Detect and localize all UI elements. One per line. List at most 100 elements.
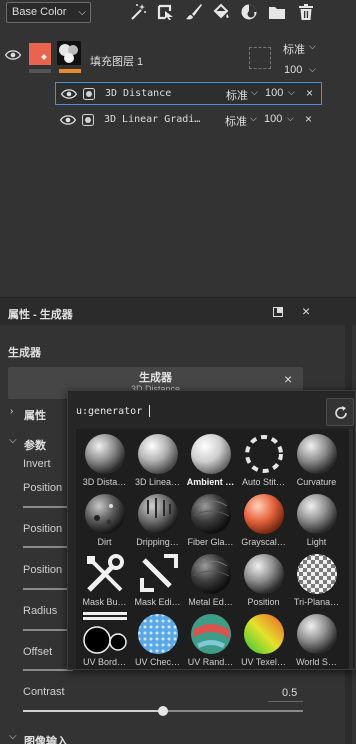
remove-effect-close-icon[interactable]: × — [305, 112, 312, 126]
effect-opacity[interactable]: 100 — [264, 113, 282, 125]
generator-tile[interactable]: Metal Ed… — [184, 550, 237, 610]
chevron-down-icon: ⌵ — [309, 64, 316, 74]
effect-blend-mode[interactable]: 标准 — [225, 113, 247, 129]
position-slider[interactable] — [23, 546, 73, 548]
generator-tile[interactable]: Fiber Gla… — [184, 490, 237, 550]
generator-thumbnail — [297, 614, 337, 654]
generator-thumbnail — [297, 434, 337, 474]
fill-layer-blend-mode[interactable]: 标准 — [283, 41, 305, 57]
refresh-button[interactable] — [326, 398, 354, 426]
generator-tile[interactable]: UV Texel… — [237, 610, 290, 670]
generator-layer-icon — [83, 88, 95, 100]
image-inputs-section[interactable]: 图像输入 — [24, 733, 68, 744]
effect-row[interactable]: 3D Linear Gradi… 标准 ⌵ 100 ⌵ × — [55, 109, 322, 132]
generator-tile[interactable]: 3D Dista… — [78, 430, 131, 490]
effect-row[interactable]: 3D Distance 标准 ⌵ 100 ⌵ × — [55, 82, 322, 105]
generator-tile-label: Mask Bu… — [82, 597, 127, 607]
visibility-eye-icon[interactable] — [60, 115, 76, 125]
effect-opacity[interactable]: 100 — [265, 87, 283, 99]
params-section[interactable]: 参数 — [24, 437, 46, 453]
contrast-slider[interactable] — [23, 706, 303, 716]
chevron-down-icon: ⌵ — [288, 87, 295, 97]
generator-slot-title: 生成器 — [139, 372, 172, 384]
attributes-section[interactable]: 属性 — [24, 407, 46, 423]
swatch-underline — [29, 69, 51, 73]
generator-tile-label: Curvature — [296, 477, 337, 487]
offset-slider[interactable] — [23, 669, 73, 671]
generator-thumbnail — [297, 554, 337, 594]
generator-thumbnail — [138, 494, 178, 534]
generator-tile[interactable]: Dirt — [78, 490, 131, 550]
contrast-slider-fill — [23, 710, 163, 712]
generator-tile[interactable]: 3D Linea… — [131, 430, 184, 490]
contrast-slider-thumb[interactable] — [158, 706, 168, 716]
param-position-label: Position — [23, 564, 63, 576]
generator-tile-label: Dripping… — [136, 537, 179, 547]
generator-tile[interactable]: Position — [237, 550, 290, 610]
fill-icon[interactable] — [212, 3, 230, 21]
chevron-down-icon: ⌵ — [250, 113, 257, 123]
generator-tile[interactable]: UV Chec… — [131, 610, 184, 670]
generator-tile-label: UV Bord… — [82, 657, 126, 667]
chevron-down-icon: ⌵ — [9, 731, 17, 742]
visibility-eye-icon[interactable] — [61, 89, 77, 99]
position-slider[interactable] — [23, 588, 73, 590]
fill-layer-name: 填充图层 1 — [90, 56, 144, 68]
generator-tile[interactable]: UV Rand… — [184, 610, 237, 670]
param-position-label: Position — [23, 482, 63, 494]
layer-mask-thumbnail[interactable] — [57, 41, 81, 65]
close-panel-icon[interactable]: × — [302, 303, 310, 319]
brush-icon[interactable] — [185, 3, 203, 21]
generator-tile-label: Ambient … — [186, 477, 235, 487]
param-invert-label: Invert — [23, 458, 51, 470]
param-contrast-label: Contrast — [23, 686, 65, 698]
generator-tile-label: Fiber Gla… — [187, 537, 234, 547]
generator-tile-label: UV Rand… — [187, 657, 234, 667]
generator-tile[interactable]: Auto Stit… — [237, 430, 290, 490]
generator-search-input[interactable]: u:generator — [76, 401, 316, 421]
fill-layer-row[interactable]: 填充图层 1 标准 ⌵ 100 ⌵ — [0, 36, 356, 82]
generator-tile-label: UV Chec… — [134, 657, 180, 667]
generator-tile-label: Position — [247, 597, 280, 607]
generator-tile[interactable]: Mask Bu… — [78, 550, 131, 610]
float-panel-icon[interactable] — [273, 307, 283, 317]
generator-tile[interactable]: Tri-Plana… — [290, 550, 343, 610]
generator-tile[interactable]: Grayscal… — [237, 490, 290, 550]
generator-tile-label: Metal Ed… — [188, 597, 233, 607]
transform-icon[interactable] — [157, 3, 175, 21]
visibility-eye-icon[interactable] — [5, 50, 21, 60]
generator-tile[interactable]: Light — [290, 490, 343, 550]
trash-icon[interactable] — [297, 3, 315, 21]
magic-wand-icon[interactable] — [129, 3, 147, 21]
generator-tile[interactable]: UV Bord… — [78, 610, 131, 670]
position-slider[interactable] — [23, 506, 73, 508]
remove-effect-close-icon[interactable]: × — [306, 86, 313, 100]
grid-scrollbar[interactable] — [349, 429, 353, 669]
generator-thumbnail — [191, 554, 231, 594]
radius-slider[interactable] — [23, 629, 73, 631]
generator-tile[interactable]: Ambient … — [184, 430, 237, 490]
generator-tile[interactable]: Curvature — [290, 430, 343, 490]
chevron-right-icon: › — [10, 406, 14, 417]
generator-picker-popup: u:generator 3D Dista… 3D Linea… Ambient … A… — [67, 390, 356, 670]
top-toolbar: Base Color ⌵ — [0, 0, 356, 26]
generator-thumbnail — [244, 614, 284, 654]
fill-layer-opacity[interactable]: 100 — [284, 64, 302, 76]
generator-tile-label: Light — [306, 537, 327, 547]
generator-grid: 3D Dista… 3D Linea… Ambient … Auto Stit… Cur… — [76, 429, 354, 669]
search-query: u:generator — [76, 406, 143, 417]
channel-select-value: Base Color — [12, 6, 67, 18]
generator-icon[interactable] — [240, 3, 258, 21]
generator-tile[interactable]: Dripping… — [131, 490, 184, 550]
generator-tile[interactable]: Mask Edi… — [131, 550, 184, 610]
contrast-value[interactable]: 0.5 — [282, 687, 297, 699]
chevron-down-icon: ⌵ — [251, 87, 258, 97]
folder-icon[interactable] — [268, 3, 286, 21]
generator-tile[interactable]: World S… — [290, 610, 343, 670]
generator-thumbnail — [191, 614, 231, 654]
effect-blend-mode[interactable]: 标准 — [226, 87, 248, 103]
blend-placeholder-box — [249, 47, 271, 69]
channel-select[interactable]: Base Color ⌵ — [6, 2, 91, 23]
remove-generator-close-icon[interactable]: × — [284, 371, 292, 387]
generator-tile-label: World S… — [296, 657, 337, 667]
